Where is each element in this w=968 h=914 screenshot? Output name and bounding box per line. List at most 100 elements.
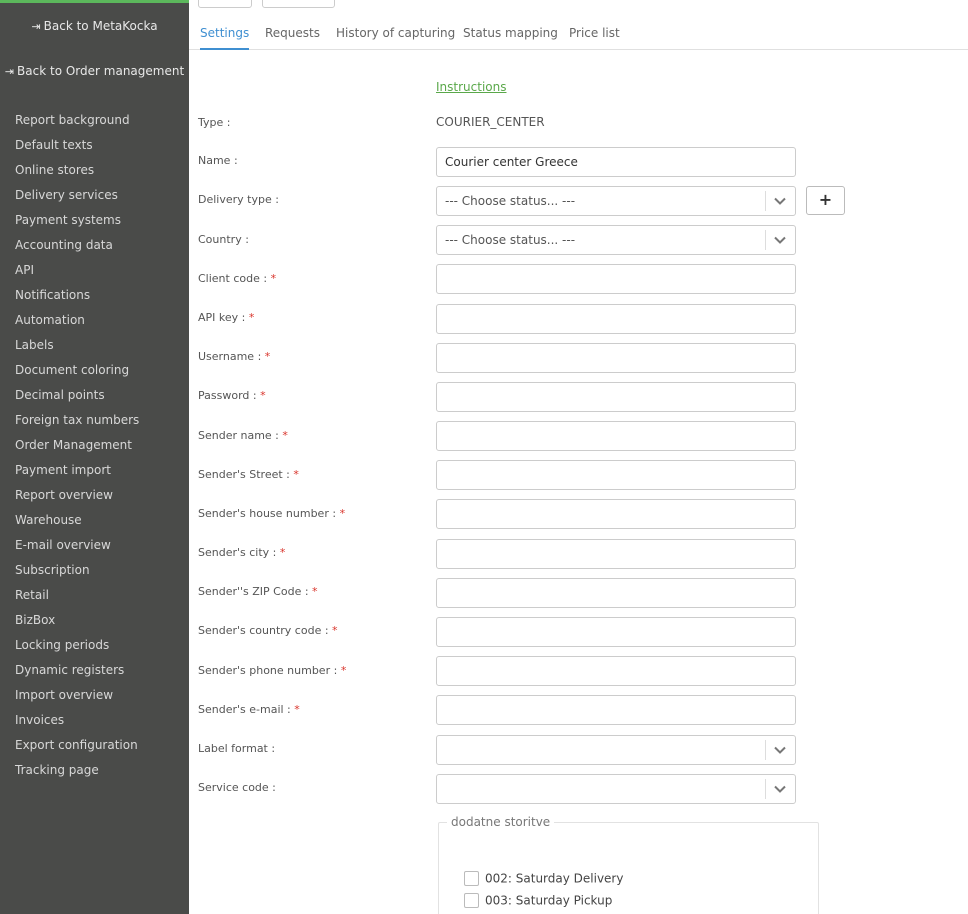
sidebar-item-warehouse[interactable]: Warehouse [15, 512, 139, 537]
sidebar-item-bizbox[interactable]: BizBox [15, 612, 139, 637]
sidebar-item-invoices[interactable]: Invoices [15, 712, 139, 737]
delivery-type-selected: --- Choose status... --- [445, 194, 576, 208]
sidebar-item-report-background[interactable]: Report background [15, 112, 139, 137]
sidebar-item-automation[interactable]: Automation [15, 312, 139, 337]
sender-phone-label: Sender's phone number : * [198, 664, 346, 677]
sidebar-item-foreign-tax-numbers[interactable]: Foreign tax numbers [15, 412, 139, 437]
username-label: Username : * [198, 350, 270, 363]
sidebar-accent-bar [0, 0, 189, 3]
country-select[interactable]: --- Choose status... --- [436, 225, 796, 255]
sidebar-item-retail[interactable]: Retail [15, 587, 139, 612]
sidebar-item-order-management[interactable]: Order Management [15, 437, 139, 462]
sender-email-label: Sender's e-mail : * [198, 703, 300, 716]
required-asterisk: * [340, 664, 347, 677]
sidebar-item-delivery-services[interactable]: Delivery services [15, 187, 139, 212]
type-value: COURIER_CENTER [436, 115, 545, 129]
sender-zip-label-text: Sender''s ZIP Code : [198, 585, 309, 598]
sidebar-item-export-configuration[interactable]: Export configuration [15, 737, 139, 762]
saturday-pickup-label: 003: Saturday Pickup [485, 893, 613, 908]
sidebar-item-decimal-points[interactable]: Decimal points [15, 387, 139, 412]
tab-status-mapping[interactable]: Status mapping [463, 24, 558, 50]
back-to-order-management-label: Back to Order management [17, 64, 185, 78]
service-code-select[interactable] [436, 774, 796, 804]
sender-zip-input[interactable] [436, 578, 796, 608]
client-code-input[interactable] [436, 264, 796, 294]
sidebar-item-api[interactable]: API [15, 262, 139, 287]
sidebar-item-email-overview[interactable]: E-mail overview [15, 537, 139, 562]
tab-settings[interactable]: Settings [200, 24, 250, 50]
sender-city-label-text: Sender's city : [198, 546, 277, 559]
back-to-order-management-link[interactable]: ⇥ Back to Order management [0, 64, 189, 78]
back-to-metakocka-label: Back to MetaKocka [43, 19, 158, 33]
required-asterisk: * [312, 585, 318, 598]
sidebar-item-payment-systems[interactable]: Payment systems [15, 212, 139, 237]
service-code-label: Service code : [198, 781, 276, 794]
sign-out-icon: ⇥ [31, 20, 41, 33]
sidebar-item-document-coloring[interactable]: Document coloring [15, 362, 139, 387]
chevron-down-icon [774, 197, 786, 205]
required-asterisk: * [282, 429, 288, 442]
add-delivery-type-button[interactable]: + [806, 186, 845, 215]
api-key-input[interactable] [436, 304, 796, 334]
sender-city-input[interactable] [436, 539, 796, 569]
sidebar-item-locking-periods[interactable]: Locking periods [15, 637, 139, 662]
sidebar-item-import-overview[interactable]: Import overview [15, 687, 139, 712]
country-label: Country : [198, 233, 249, 246]
name-input[interactable]: Courier center Greece [436, 147, 796, 177]
sidebar-item-online-stores[interactable]: Online stores [15, 162, 139, 187]
password-input[interactable] [436, 382, 796, 412]
sidebar-item-payment-import[interactable]: Payment import [15, 462, 139, 487]
select-divider [765, 230, 766, 250]
sender-street-input[interactable] [436, 460, 796, 490]
required-asterisk: * [332, 624, 338, 637]
delivery-type-label: Delivery type : [198, 193, 279, 206]
sender-zip-label: Sender''s ZIP Code : * [198, 585, 318, 598]
sender-email-input[interactable] [436, 695, 796, 725]
top-button-right[interactable] [262, 0, 335, 8]
sidebar-item-notifications[interactable]: Notifications [15, 287, 139, 312]
sidebar-item-default-texts[interactable]: Default texts [15, 137, 139, 162]
required-asterisk: * [260, 389, 266, 402]
sidebar-item-accounting-data[interactable]: Accounting data [15, 237, 139, 262]
saturday-pickup-checkbox[interactable] [464, 893, 479, 908]
sidebar-item-labels[interactable]: Labels [15, 337, 139, 362]
select-divider [765, 740, 766, 760]
saturday-delivery-checkbox[interactable] [464, 871, 479, 886]
name-label: Name : [198, 154, 238, 167]
sender-name-label-text: Sender name : [198, 429, 279, 442]
sender-email-label-text: Sender's e-mail : [198, 703, 291, 716]
sidebar-item-tracking-page[interactable]: Tracking page [15, 762, 139, 787]
back-to-metakocka-link[interactable]: ⇥ Back to MetaKocka [0, 19, 189, 33]
top-button-left[interactable] [198, 0, 252, 8]
sender-name-label: Sender name : * [198, 429, 288, 442]
service-option-saturday-delivery[interactable]: 002: Saturday Delivery [464, 871, 623, 889]
api-key-label-text: API key : [198, 311, 246, 324]
tab-history-of-capturing[interactable]: History of capturing [336, 24, 455, 50]
sender-name-input[interactable] [436, 421, 796, 451]
sender-street-label: Sender's Street : * [198, 468, 299, 481]
country-selected: --- Choose status... --- [445, 233, 576, 247]
chevron-down-icon [774, 746, 786, 754]
instructions-link[interactable]: Instructions [436, 80, 506, 94]
username-input[interactable] [436, 343, 796, 373]
sender-country-code-input[interactable] [436, 617, 796, 647]
sidebar-item-report-overview[interactable]: Report overview [15, 487, 139, 512]
tab-price-list[interactable]: Price list [569, 24, 620, 50]
sender-city-label: Sender's city : * [198, 546, 285, 559]
username-label-text: Username : [198, 350, 262, 363]
select-divider [765, 779, 766, 799]
sender-house-number-input[interactable] [436, 499, 796, 529]
sender-street-label-text: Sender's Street : [198, 468, 290, 481]
sidebar-item-dynamic-registers[interactable]: Dynamic registers [15, 662, 139, 687]
delivery-type-select[interactable]: --- Choose status... --- [436, 186, 796, 216]
sidebar-item-subscription[interactable]: Subscription [15, 562, 139, 587]
client-code-label-text: Client code : [198, 272, 268, 285]
service-option-saturday-pickup[interactable]: 003: Saturday Pickup [464, 893, 612, 911]
chevron-down-icon [774, 785, 786, 793]
sender-house-number-label-text: Sender's house number : [198, 507, 337, 520]
required-asterisk: * [293, 468, 299, 481]
label-format-select[interactable] [436, 735, 796, 765]
tab-requests[interactable]: Requests [265, 24, 320, 50]
sender-phone-input[interactable] [436, 656, 796, 686]
password-label-text: Password : [198, 389, 257, 402]
